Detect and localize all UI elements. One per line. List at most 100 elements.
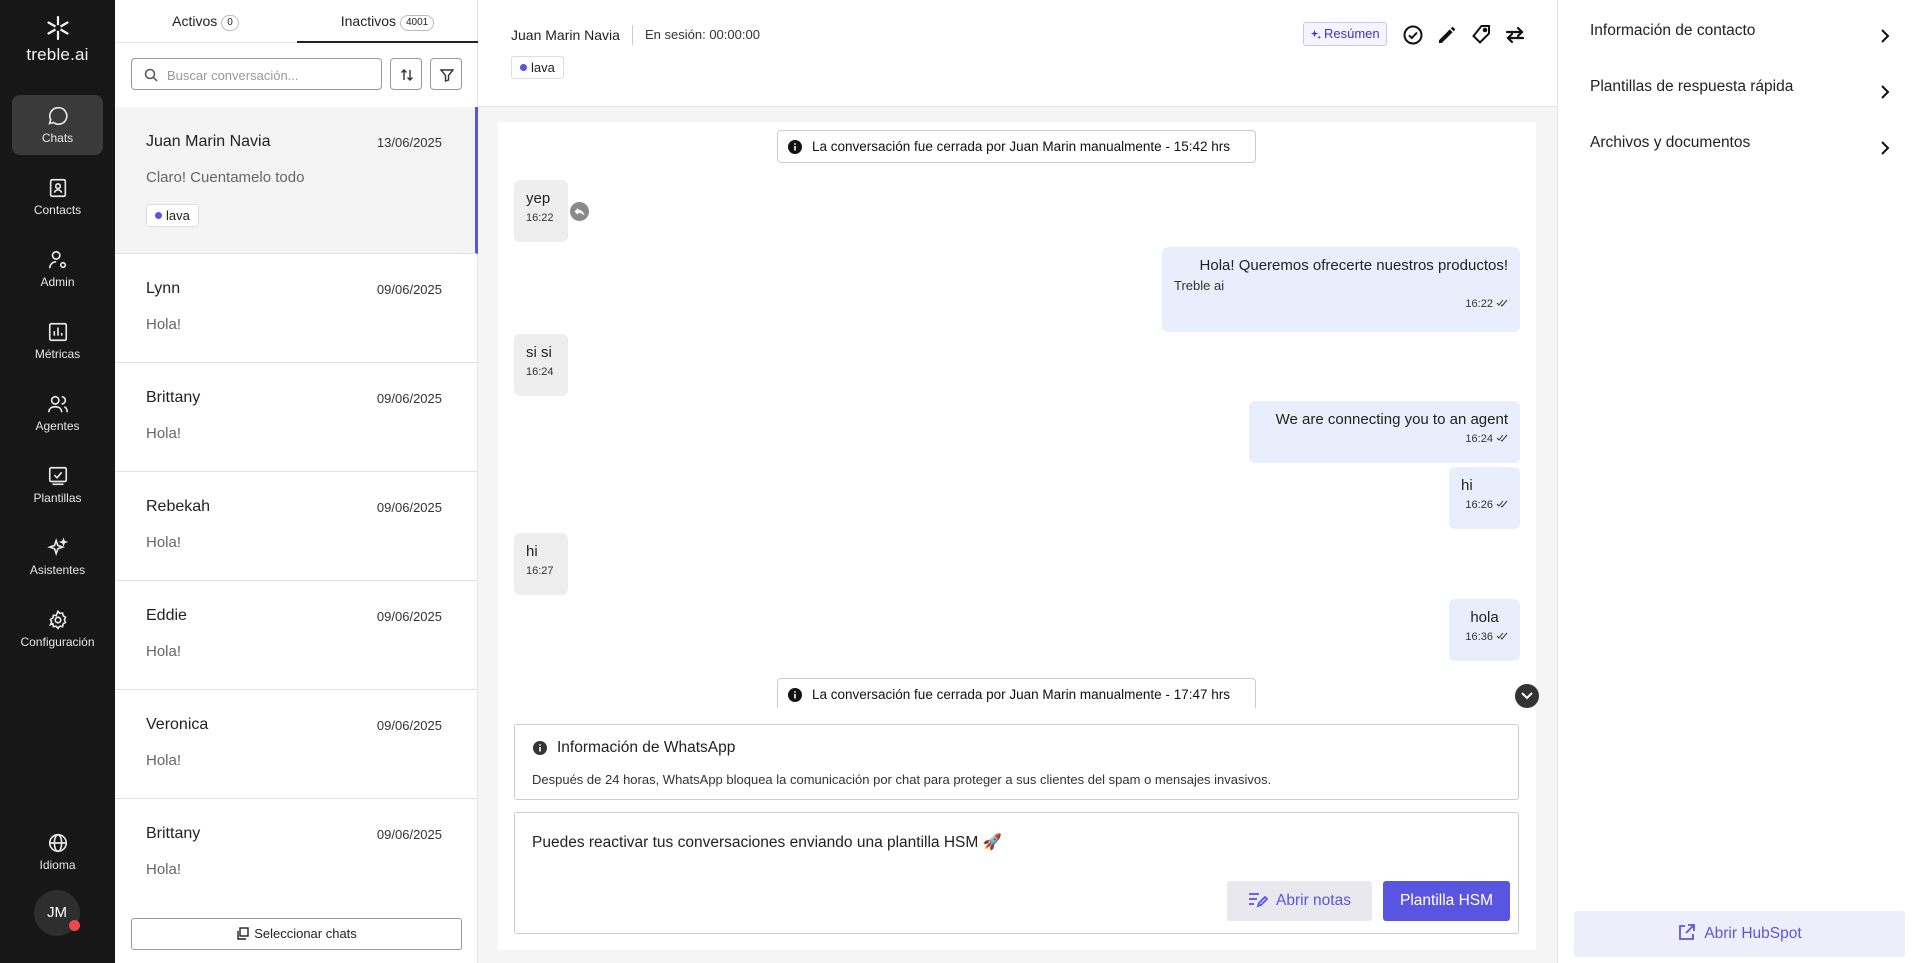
bar-chart-icon: [48, 322, 67, 342]
info-icon: [788, 688, 802, 702]
nav-label: Idioma: [39, 858, 76, 872]
nav-item-contacts[interactable]: Contacts: [12, 167, 103, 227]
app-logo[interactable]: treble.ai: [0, 14, 115, 65]
open-hubspot-label: Abrir HubSpot: [1704, 925, 1802, 942]
conversation-name: Lynn: [146, 280, 181, 297]
check-circle-icon[interactable]: [1401, 23, 1425, 47]
conversation-item[interactable]: Eddie 09/06/2025 Hola!: [115, 581, 478, 690]
double-check-icon: [1496, 632, 1508, 640]
incoming-message: yep 16:22: [514, 180, 568, 242]
nav-label: Plantillas: [33, 491, 82, 505]
reply-icon[interactable]: [570, 202, 589, 221]
scroll-to-bottom-button[interactable]: [1515, 684, 1539, 708]
conversation-item[interactable]: Brittany 09/06/2025 Hola!: [115, 363, 478, 472]
select-chats-button[interactable]: Seleccionar chats: [131, 918, 462, 950]
chat-tag[interactable]: lava: [511, 56, 564, 79]
chevron-right-icon: [1881, 141, 1890, 155]
chevron-right-icon: [1881, 85, 1890, 99]
tag-label: lava: [531, 60, 555, 75]
conversation-item[interactable]: Lynn 09/06/2025 Hola!: [115, 254, 478, 363]
whatsapp-info-box: Información de WhatsApp Después de 24 ho…: [514, 724, 1519, 800]
conversation-item[interactable]: Veronica 09/06/2025 Hola!: [115, 690, 478, 799]
open-notes-label: Abrir notas: [1276, 892, 1351, 909]
nav-item-configuracion[interactable]: Configuración: [12, 599, 103, 659]
conversation-list-panel: Activos0 Inactivos4001 Juan Marin Navia …: [115, 0, 478, 963]
chevron-right-icon: [1881, 29, 1890, 43]
admin-user-gear-icon: [48, 250, 66, 269]
user-avatar[interactable]: JM: [34, 890, 80, 936]
tab-activos[interactable]: Activos 0: [115, 0, 296, 43]
notes-edit-icon: [1249, 893, 1269, 908]
outgoing-message: We are connecting you to an agent 16:24: [1249, 401, 1520, 463]
conversation-name: Juan Marin Navia: [146, 133, 271, 150]
tab-count-badge: 4001: [400, 15, 435, 31]
sort-button[interactable]: [390, 58, 422, 90]
copy-stack-icon: [237, 927, 249, 940]
message-text: We are connecting you to an agent: [1275, 411, 1508, 428]
nav-item-admin[interactable]: Admin: [12, 239, 103, 299]
compose-area: Puedes reactivar tus conversaciones envi…: [514, 812, 1519, 934]
users-icon: [47, 395, 68, 413]
nav-item-chats[interactable]: Chats: [12, 95, 103, 155]
nav-item-idioma[interactable]: Idioma: [12, 822, 103, 882]
nav-label: Chats: [41, 131, 74, 145]
conversation-item[interactable]: Rebekah 09/06/2025 Hola!: [115, 472, 478, 581]
search-input[interactable]: [167, 65, 372, 85]
nav-item-metricas[interactable]: Métricas: [12, 311, 103, 371]
hsm-template-button[interactable]: Plantilla HSM: [1383, 881, 1510, 921]
system-message-text: La conversación fue cerrada por Juan Mar…: [812, 687, 1230, 702]
external-link-icon: [1679, 924, 1696, 940]
conversation-tag: lava: [146, 204, 199, 227]
details-panel: Información de contacto Plantillas de re…: [1557, 0, 1919, 963]
conversation-preview: Hola!: [146, 861, 182, 878]
message-thread[interactable]: La conversación fue cerrada por Juan Mar…: [498, 122, 1539, 950]
double-check-icon: [1496, 299, 1508, 307]
summary-button[interactable]: Resúmen: [1303, 22, 1387, 46]
info-icon: [788, 140, 802, 154]
open-hubspot-button[interactable]: Abrir HubSpot: [1574, 911, 1905, 957]
conversation-item[interactable]: Juan Marin Navia 13/06/2025 Claro! Cuent…: [115, 107, 478, 254]
nav-label: Métricas: [34, 347, 81, 361]
conversation-item[interactable]: Brittany 09/06/2025 Hola!: [115, 799, 478, 903]
sort-arrows-icon: [401, 69, 413, 81]
conversation-preview: Hola!: [146, 752, 182, 769]
nav-item-agentes[interactable]: Agentes: [12, 383, 103, 443]
message-meta: 16:24: [1261, 433, 1508, 445]
info-icon: [533, 741, 547, 755]
panel-item-label: Plantillas de respuesta rápida: [1590, 78, 1794, 95]
message-time: 16:27: [526, 565, 554, 577]
edit-pencil-icon[interactable]: [1435, 23, 1459, 47]
open-notes-button[interactable]: Abrir notas: [1227, 881, 1372, 921]
chat-header: Juan Marin Navia En sesión: 00:00:00 lav…: [478, 0, 1557, 107]
quick-reply-templates-item[interactable]: Plantillas de respuesta rápida: [1590, 78, 1890, 108]
contact-info-item[interactable]: Información de contacto: [1590, 22, 1890, 52]
logo-text: treble.ai: [26, 45, 89, 64]
tag-icon[interactable]: [1469, 23, 1493, 47]
sparkles-icon: [46, 537, 68, 557]
message-text: si si: [526, 344, 552, 361]
sparkle-icon: [1310, 29, 1321, 40]
tab-label: Inactivos: [340, 13, 396, 29]
search-icon: [144, 68, 158, 82]
message-meta: 16:26: [1461, 499, 1508, 511]
conversation-preview: Hola!: [146, 534, 182, 551]
transfer-arrows-icon[interactable]: [1503, 23, 1527, 47]
treble-logo-icon: [46, 15, 69, 41]
template-check-icon: [48, 466, 67, 486]
conversation-name: Eddie: [146, 607, 187, 624]
conversation-preview: Hola!: [146, 643, 182, 660]
contact-card-icon: [49, 178, 66, 198]
conversation-date: 09/06/2025: [376, 827, 442, 842]
nav-item-asistentes[interactable]: Asistentes: [12, 527, 103, 587]
message-meta: 16:36: [1461, 631, 1508, 643]
outgoing-message: hola 16:36: [1449, 599, 1520, 661]
tab-inactivos[interactable]: Inactivos 4001: [297, 0, 478, 43]
nav-item-plantillas[interactable]: Plantillas: [12, 455, 103, 515]
nav-rail: treble.ai Chats Contacts Admin Métricas …: [0, 0, 115, 963]
conversation-date: 09/06/2025: [376, 282, 442, 297]
message-time: 16:22: [1465, 298, 1493, 310]
conversation-preview: Hola!: [146, 316, 182, 333]
conversation-name: Veronica: [146, 716, 209, 733]
files-documents-item[interactable]: Archivos y documentos: [1590, 134, 1890, 164]
filter-button[interactable]: [430, 58, 462, 90]
